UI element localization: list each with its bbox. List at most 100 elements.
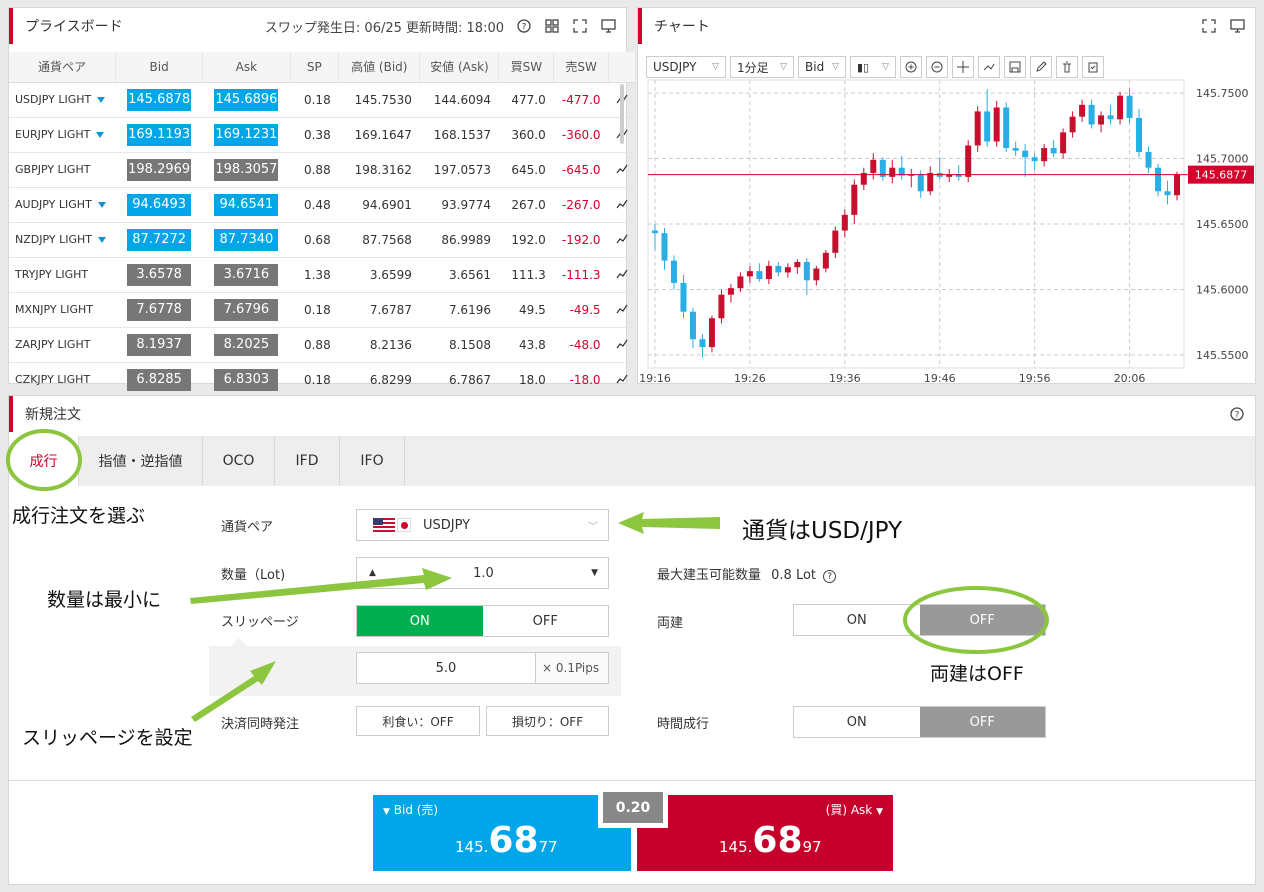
table-row[interactable]: AUDJPY LIGHT 94.6493 94.6541 0.48 94.6901 93.…: [9, 187, 635, 223]
pair-cell[interactable]: MXNJPY LIGHT: [9, 292, 116, 328]
candlestick-chart[interactable]: 145.7500 145.7000 145.6500 145.6000 145.5500…: [638, 74, 1255, 384]
ask-cell[interactable]: 87.7340: [202, 222, 291, 258]
table-row[interactable]: CZKJPY LIGHT 6.8285 6.8303 0.18 6.8299 6.7867…: [9, 362, 635, 398]
help-icon[interactable]: ?: [1229, 406, 1245, 422]
bid-cell[interactable]: 145.6878: [115, 82, 203, 118]
slip-on-button[interactable]: ON: [357, 606, 483, 636]
ask-cell[interactable]: 8.2025: [202, 327, 291, 363]
mini-chart-icon[interactable]: [616, 199, 628, 209]
stop-loss-button[interactable]: 損切り：OFF: [486, 706, 609, 736]
table-row[interactable]: NZDJPY LIGHT 87.7272 87.7340 0.68 87.7568 86.…: [9, 222, 635, 258]
qty-stepper[interactable]: ▲ 1.0 ▼: [356, 557, 609, 589]
bid-cell[interactable]: 3.6578: [115, 257, 203, 293]
ask-cell[interactable]: 198.3057: [202, 152, 291, 188]
ask-quote[interactable]: 198.3057: [214, 158, 279, 181]
slip-input[interactable]: 5.0 × 0.1Pips: [356, 652, 609, 684]
mini-chart-cell[interactable]: [608, 152, 635, 188]
buy-button[interactable]: (買) Ask ▼ 145.6897: [637, 795, 893, 871]
bid-quote[interactable]: 8.1937: [127, 333, 192, 356]
bid-quote[interactable]: 7.6778: [127, 298, 192, 321]
time-on-button[interactable]: ON: [794, 707, 920, 737]
ask-quote[interactable]: 169.1231: [214, 123, 279, 146]
take-profit-button[interactable]: 利食い：OFF: [356, 706, 480, 736]
pair-cell[interactable]: AUDJPY LIGHT: [9, 187, 116, 223]
ask-cell[interactable]: 145.6896: [202, 82, 291, 118]
tab-ifo[interactable]: IFO: [340, 436, 405, 486]
mini-chart-cell[interactable]: [608, 187, 635, 223]
help-icon[interactable]: ?: [823, 570, 837, 583]
pair-cell[interactable]: GBPJPY LIGHT: [9, 152, 116, 188]
mini-chart-cell[interactable]: [608, 257, 635, 293]
mini-chart-icon[interactable]: [616, 234, 628, 244]
bid-cell[interactable]: 87.7272: [115, 222, 203, 258]
grid-icon[interactable]: [544, 18, 560, 34]
tab-market[interactable]: 成行: [9, 436, 79, 486]
decrease-icon[interactable]: ▼: [591, 568, 598, 578]
mini-chart-cell[interactable]: [608, 327, 635, 363]
ask-cell[interactable]: 169.1231: [202, 117, 291, 153]
ask-cell[interactable]: 6.8303: [202, 362, 291, 398]
pair-cell[interactable]: ZARJPY LIGHT: [9, 327, 116, 363]
bid-quote[interactable]: 145.6878: [127, 88, 192, 111]
help-icon[interactable]: ?: [516, 18, 532, 34]
bid-cell[interactable]: 169.1193: [115, 117, 203, 153]
tab-ifd[interactable]: IFD: [275, 436, 340, 486]
mini-chart-icon[interactable]: [616, 164, 628, 174]
monitor-icon[interactable]: [1229, 18, 1245, 34]
bid-cell[interactable]: 6.8285: [115, 362, 203, 398]
bid-quote[interactable]: 87.7272: [127, 228, 192, 251]
pair-cell[interactable]: NZDJPY LIGHT: [9, 222, 116, 258]
expand-icon[interactable]: [1201, 18, 1217, 34]
ask-cell[interactable]: 7.6796: [202, 292, 291, 328]
bid-cell[interactable]: 8.1937: [115, 327, 203, 363]
ask-cell[interactable]: 3.6716: [202, 257, 291, 293]
caret-down-icon[interactable]: [96, 132, 105, 138]
ask-quote[interactable]: 94.6541: [214, 193, 279, 216]
tab-limit-stop[interactable]: 指値・逆指値: [79, 436, 203, 486]
sell-button[interactable]: ▼ Bid (売) 145.6877: [373, 795, 631, 871]
mini-chart-cell[interactable]: [608, 362, 635, 398]
bid-cell[interactable]: 94.6493: [115, 187, 203, 223]
bid-quote[interactable]: 169.1193: [127, 123, 192, 146]
bid-quote[interactable]: 6.8285: [127, 368, 192, 391]
ask-quote[interactable]: 145.6896: [214, 88, 279, 111]
pair-select[interactable]: USDJPY ﹀: [356, 509, 609, 541]
mini-chart-icon[interactable]: [616, 374, 628, 384]
ask-quote[interactable]: 3.6716: [214, 263, 279, 286]
ask-quote[interactable]: 87.7340: [214, 228, 279, 251]
ask-quote[interactable]: 6.8303: [214, 368, 279, 391]
mini-chart-cell[interactable]: [608, 222, 635, 258]
hedge-toggle[interactable]: ON OFF: [793, 604, 1046, 636]
pair-cell[interactable]: CZKJPY LIGHT: [9, 362, 116, 398]
time-off-button[interactable]: OFF: [919, 707, 1045, 737]
caret-down-icon[interactable]: [97, 237, 106, 243]
priceboard-scrollbar[interactable]: [620, 84, 624, 144]
table-row[interactable]: MXNJPY LIGHT 7.6778 7.6796 0.18 7.6787 7.6196…: [9, 292, 635, 328]
expand-icon[interactable]: [572, 18, 588, 34]
slip-off-button[interactable]: OFF: [483, 606, 609, 636]
table-row[interactable]: USDJPY LIGHT 145.6878 145.6896 0.18 145.7530…: [9, 82, 635, 118]
bid-cell[interactable]: 198.2969: [115, 152, 203, 188]
ask-cell[interactable]: 94.6541: [202, 187, 291, 223]
pair-cell[interactable]: TRYJPY LIGHT: [9, 257, 116, 293]
mini-chart-cell[interactable]: [608, 292, 635, 328]
table-row[interactable]: ZARJPY LIGHT 8.1937 8.2025 0.88 8.2136 8.1508…: [9, 327, 635, 363]
bid-quote[interactable]: 198.2969: [127, 158, 192, 181]
hedge-off-button[interactable]: OFF: [919, 605, 1045, 635]
bid-quote[interactable]: 94.6493: [127, 193, 192, 216]
ask-quote[interactable]: 8.2025: [214, 333, 279, 356]
bid-quote[interactable]: 3.6578: [127, 263, 192, 286]
table-row[interactable]: EURJPY LIGHT 169.1193 169.1231 0.38 169.1647…: [9, 117, 635, 153]
increase-icon[interactable]: ▲: [369, 568, 376, 578]
ask-quote[interactable]: 7.6796: [214, 298, 279, 321]
bid-cell[interactable]: 7.6778: [115, 292, 203, 328]
mini-chart-icon[interactable]: [616, 304, 628, 314]
caret-down-icon[interactable]: [97, 97, 106, 103]
monitor-icon[interactable]: [600, 18, 616, 34]
table-row[interactable]: TRYJPY LIGHT 3.6578 3.6716 1.38 3.6599 3.6561…: [9, 257, 635, 293]
time-market-toggle[interactable]: ON OFF: [793, 706, 1046, 738]
pair-cell[interactable]: USDJPY LIGHT: [9, 82, 116, 118]
tab-oco[interactable]: OCO: [203, 436, 275, 486]
slip-toggle[interactable]: ON OFF: [356, 605, 609, 637]
caret-down-icon[interactable]: [97, 202, 106, 208]
